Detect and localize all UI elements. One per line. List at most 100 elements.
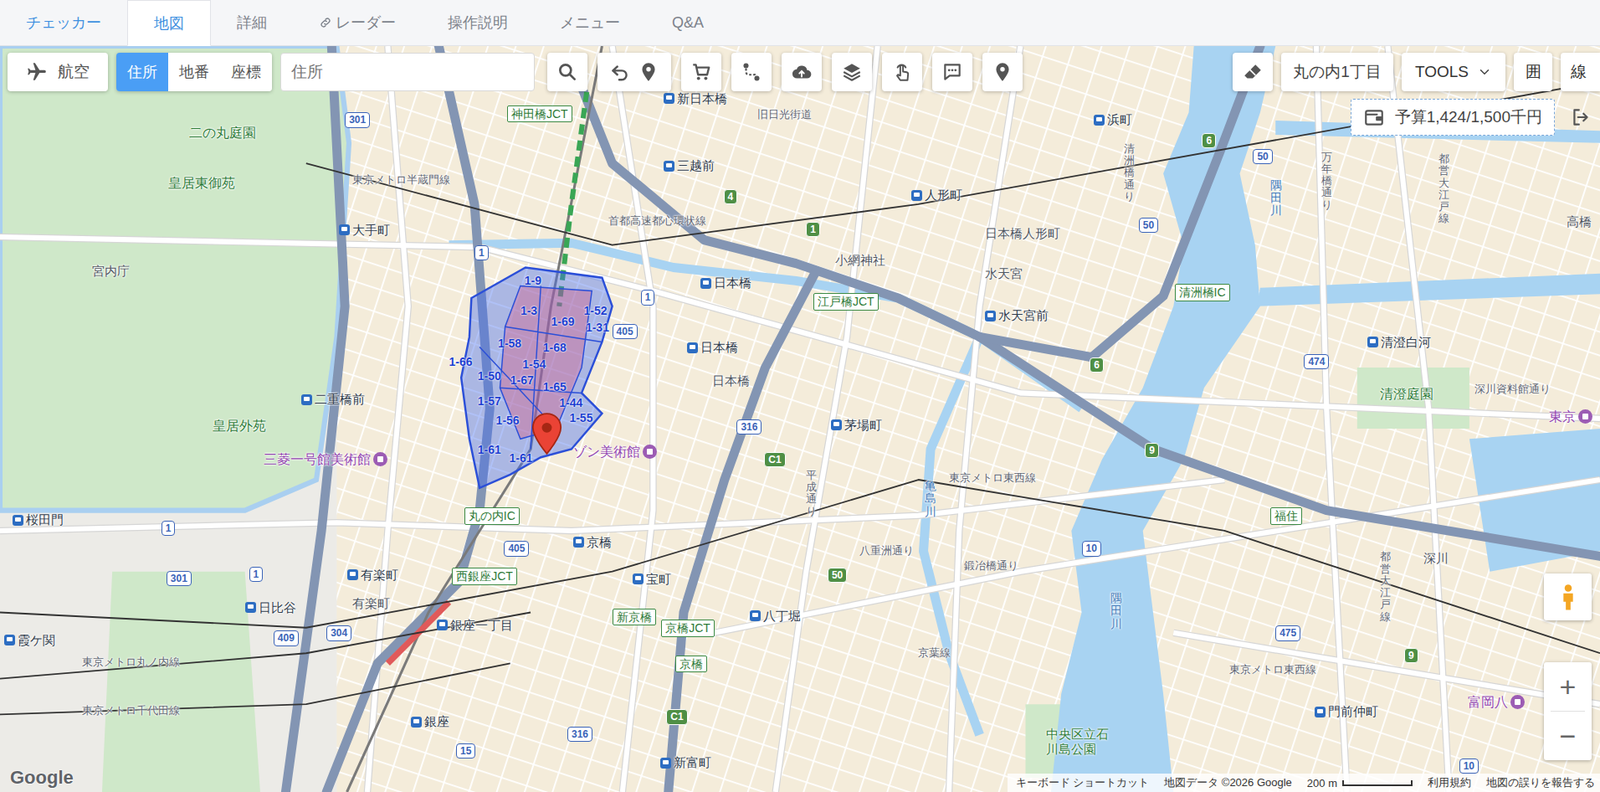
layers-button[interactable]: [831, 52, 872, 92]
parcel-label[interactable]: 1-68: [543, 340, 567, 355]
route-shield: 1: [805, 221, 821, 237]
map-label: 東京メトロ丸ノ内線: [82, 655, 180, 669]
route-shield: 1: [249, 566, 264, 582]
pin-icon: [991, 61, 1014, 83]
footer-link[interactable]: キーボード ショートカット: [1015, 774, 1150, 790]
route-shield: 1: [161, 520, 176, 536]
street-view-button[interactable]: [1543, 573, 1592, 621]
touch-button[interactable]: [882, 52, 923, 92]
map-label: 東京メトロ千代田線: [82, 703, 180, 718]
station-icon: [663, 92, 675, 104]
zoom-control: +−: [1543, 661, 1592, 760]
station-icon: [347, 569, 359, 580]
station-icon: [830, 419, 842, 431]
map-label: 二重橋前: [301, 391, 365, 407]
map-label: 二の丸庭園: [189, 124, 257, 141]
map-label: 首都高速都心環状線: [608, 214, 707, 228]
eraser-button[interactable]: [1232, 52, 1273, 92]
station-icon: [410, 716, 422, 728]
search-mode-button[interactable]: 地番: [168, 52, 221, 92]
tab[interactable]: 地図: [127, 0, 211, 47]
aviation-button[interactable]: 航空: [7, 52, 108, 92]
undo-pin-button[interactable]: [597, 52, 672, 92]
pin-button[interactable]: [982, 52, 1023, 92]
shape-button[interactable]: 線: [1560, 52, 1600, 92]
footer-link[interactable]: 地図データ ©2026 Google: [1164, 774, 1293, 790]
footer-link[interactable]: 200 m: [1307, 776, 1413, 790]
upload-button[interactable]: [781, 52, 822, 92]
cart-button[interactable]: [681, 52, 722, 92]
comment-button[interactable]: [932, 52, 973, 92]
parcel-label[interactable]: 1-3: [520, 303, 538, 318]
parcel-label[interactable]: 1-54: [522, 357, 546, 372]
tab[interactable]: 操作説明: [421, 0, 534, 46]
station-icon: [4, 634, 16, 646]
route-shield: 9: [1404, 647, 1419, 663]
route-shield: 316: [736, 419, 762, 435]
map-label: 隅田川: [1110, 591, 1123, 631]
tab[interactable]: Q&A: [646, 0, 730, 46]
map-label: 神田橋JCT: [507, 105, 573, 124]
footer-link[interactable]: 地図の誤りを報告する: [1486, 774, 1595, 790]
logout-icon[interactable]: [1569, 102, 1592, 132]
map-label: 日本橋人形町: [984, 225, 1061, 242]
station-icon: [12, 514, 24, 526]
tools-dropdown[interactable]: TOOLS: [1401, 52, 1506, 92]
shape-button[interactable]: 囲: [1513, 52, 1553, 92]
search-input[interactable]: [280, 52, 535, 92]
route-button[interactable]: [731, 52, 772, 92]
parcel-label[interactable]: 1-44: [558, 395, 583, 411]
search-mode-button[interactable]: 住所: [116, 52, 169, 92]
map-label: 銀座: [410, 713, 450, 729]
map-label: 清洲橋通り: [1123, 143, 1135, 203]
parcel-label[interactable]: 1-61: [477, 442, 502, 457]
route-shield: C1: [666, 708, 688, 724]
budget-display[interactable]: 予算1,424/1,500千円: [1350, 98, 1555, 136]
map-label: 門前仲町: [1314, 703, 1379, 719]
search-button[interactable]: [547, 52, 588, 92]
museum-icon: [373, 451, 388, 467]
parcel-label[interactable]: 1-50: [477, 369, 502, 384]
map-label: 深川: [1423, 550, 1449, 566]
map-label: 亀島川: [924, 479, 937, 518]
parcel-label[interactable]: 1-67: [510, 373, 534, 388]
google-logo[interactable]: Google: [10, 766, 74, 789]
parcel-label[interactable]: 1-58: [497, 336, 522, 351]
tab[interactable]: 詳細: [210, 0, 293, 46]
search-mode-button[interactable]: 座標: [220, 52, 272, 92]
map[interactable]: 3011140541316C15069650501047447540511301…: [0, 46, 1600, 792]
link-icon: [318, 15, 333, 30]
parcel-label[interactable]: 1-66: [449, 354, 473, 370]
parcel-label[interactable]: 1-61: [509, 451, 534, 466]
map-label: 高橋: [1566, 214, 1592, 230]
route-shield: 6: [1089, 357, 1104, 373]
location-pin-icon[interactable]: [530, 412, 564, 455]
parcel-label[interactable]: 1-56: [496, 413, 520, 428]
station-icon: [1367, 336, 1379, 348]
tab[interactable]: メニュー: [533, 0, 647, 46]
map-label: 桜田門: [12, 512, 64, 528]
map-label: 江戸橋JCT: [813, 292, 879, 311]
tab[interactable]: レーダー: [292, 0, 422, 46]
parcel-label[interactable]: 1-57: [477, 394, 502, 409]
parcel-label[interactable]: 1-65: [543, 379, 567, 395]
parcel-label[interactable]: 1-69: [551, 314, 575, 329]
station-icon: [245, 601, 257, 613]
parcel-label[interactable]: 1-31: [585, 320, 610, 335]
map-label: 浜町: [1093, 112, 1133, 128]
pin-icon: [637, 61, 660, 83]
tab[interactable]: チェッカー: [0, 0, 128, 46]
footer-link[interactable]: 利用規約: [1427, 774, 1472, 790]
zoom-out-button[interactable]: −: [1543, 711, 1592, 760]
parcel-label[interactable]: 1-9: [524, 273, 542, 288]
route-shield: 409: [273, 630, 299, 646]
map-label: ゾン美術館: [573, 443, 657, 460]
route-shield: 10: [1459, 758, 1479, 774]
tab-bar: チェッカー地図詳細レーダー操作説明メニューQ&A: [0, 0, 1600, 47]
route-shield: 1: [474, 245, 489, 261]
map-label: 福住: [1270, 507, 1303, 525]
location-field[interactable]: 丸の内1丁目: [1281, 52, 1394, 92]
parcel-label[interactable]: 1-52: [584, 303, 608, 318]
parcel-label[interactable]: 1-55: [569, 410, 593, 426]
zoom-in-button[interactable]: +: [1543, 661, 1592, 711]
